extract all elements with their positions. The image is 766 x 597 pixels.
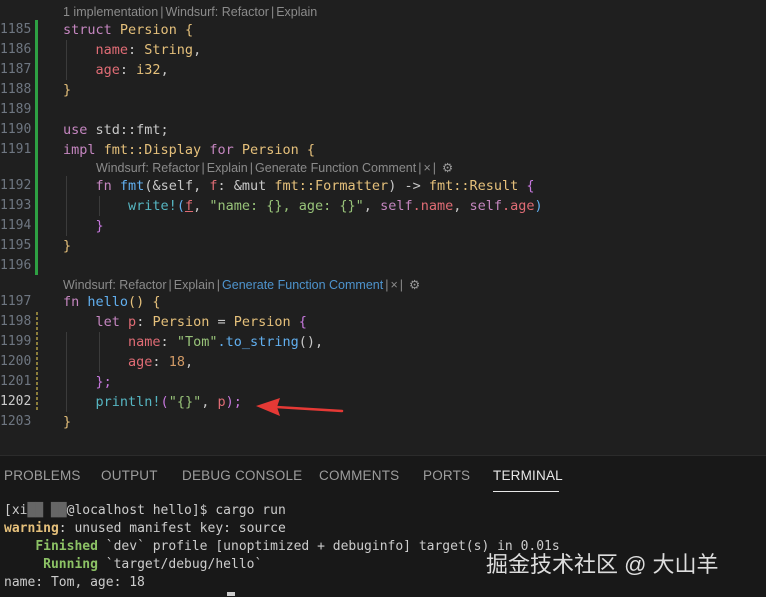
windsurf-icon[interactable]: ⚙: [409, 278, 420, 292]
line-number: 1196: [0, 258, 32, 273]
line-number: 1198: [0, 314, 32, 329]
finished-label: Finished: [35, 539, 98, 554]
tab-ports[interactable]: PORTS: [423, 468, 470, 483]
code-line: 1187 age: i32,: [0, 62, 169, 78]
code-line: 1199 name: "Tom".to_string(),: [0, 334, 324, 350]
codelens-explain-link[interactable]: Explain: [276, 5, 317, 19]
code-line: 1190 use std::fmt;: [0, 122, 169, 138]
code-editor[interactable]: 1 implementation | Windsurf: Refactor | Expl…: [0, 0, 766, 440]
codelens-refactor-link[interactable]: Windsurf: Refactor: [96, 161, 200, 175]
code-line: 1195}: [0, 238, 72, 254]
close-icon[interactable]: ×: [390, 278, 397, 292]
tab-comments[interactable]: COMMENTS: [319, 468, 399, 483]
line-number: 1197: [0, 294, 32, 309]
codelens-explain-link[interactable]: Explain: [207, 161, 248, 175]
windsurf-icon[interactable]: ⚙: [442, 161, 453, 175]
code-line: 1186 name: String,: [0, 42, 202, 58]
line-number: 1194: [0, 218, 32, 233]
tab-debug-console[interactable]: DEBUG CONSOLE: [182, 468, 302, 483]
line-number: 1188: [0, 82, 32, 97]
line-number: 1192: [0, 178, 32, 193]
panel-tabs: PROBLEMS OUTPUT DEBUG CONSOLE COMMENTS P…: [0, 456, 766, 496]
codelens-generate-comment-link[interactable]: Generate Function Comment: [255, 161, 416, 175]
line-number: 1191: [0, 142, 32, 157]
code-line: 1188}: [0, 82, 72, 98]
code-line: 1189: [0, 100, 766, 120]
code-line: 1193 write!(f, "name: {}, age: {}", self…: [0, 198, 543, 214]
active-tab-indicator: [493, 491, 559, 492]
code-line: 1192 fn fmt(&self, f: &mut fmt::Formatte…: [0, 178, 535, 194]
codelens-implementation-link[interactable]: 1 implementation: [63, 5, 158, 19]
codelens-struct[interactable]: 1 implementation | Windsurf: Refactor | Expl…: [63, 3, 317, 21]
code-line: 1197 fn hello() {: [0, 294, 161, 310]
code-line: 1196: [0, 256, 766, 276]
codelens-refactor-link[interactable]: Windsurf: Refactor: [63, 278, 167, 292]
codelens-fmt[interactable]: Windsurf: Refactor | Explain | Generate Func…: [96, 159, 453, 177]
code-line: 1203}: [0, 414, 72, 430]
code-line: 1200 age: 18,: [0, 354, 194, 370]
annotation-arrow-icon: [256, 398, 344, 416]
code-line: 1198 let p: Persion = Persion {: [0, 314, 307, 330]
code-line: 1194 }: [0, 218, 104, 234]
code-line: 1201 };: [0, 374, 112, 390]
line-number: 1190: [0, 122, 32, 137]
codelens-explain-link[interactable]: Explain: [174, 278, 215, 292]
terminal-output[interactable]: [xi██ ██@localhost hello]$ cargo run war…: [4, 502, 560, 592]
line-number: 1201: [0, 374, 32, 389]
terminal-cursor: [227, 592, 235, 596]
line-number: 1195: [0, 238, 32, 253]
close-icon[interactable]: ×: [423, 161, 430, 175]
line-number: 1186: [0, 42, 32, 57]
codelens-refactor-link[interactable]: Windsurf: Refactor: [165, 5, 269, 19]
line-number: 1193: [0, 198, 32, 213]
tab-terminal[interactable]: TERMINAL: [493, 468, 563, 483]
line-number: 1185: [0, 22, 32, 37]
tab-output[interactable]: OUTPUT: [101, 468, 158, 483]
program-output: name: Tom, age: 18: [4, 575, 145, 590]
warning-label: warning: [4, 521, 59, 536]
redacted-text: ██ ██: [27, 503, 67, 518]
watermark: 掘金技术社区 @ 大山羊: [486, 552, 719, 577]
line-number: 1199: [0, 334, 32, 349]
line-number: 1203: [0, 414, 32, 429]
line-number: 1187: [0, 62, 32, 77]
code-line: 1185 struct Persion {: [0, 22, 194, 38]
line-number: 1202: [0, 394, 32, 409]
tab-problems[interactable]: PROBLEMS: [4, 468, 81, 483]
running-label: Running: [43, 557, 98, 572]
line-number: 1200: [0, 354, 32, 369]
code-line-active: 1202 println!("{}", p);: [0, 394, 242, 410]
code-line: 1191 impl fmt::Display for Persion {: [0, 142, 316, 158]
codelens-generate-comment-link[interactable]: Generate Function Comment: [222, 278, 383, 292]
line-number: 1189: [0, 102, 32, 117]
